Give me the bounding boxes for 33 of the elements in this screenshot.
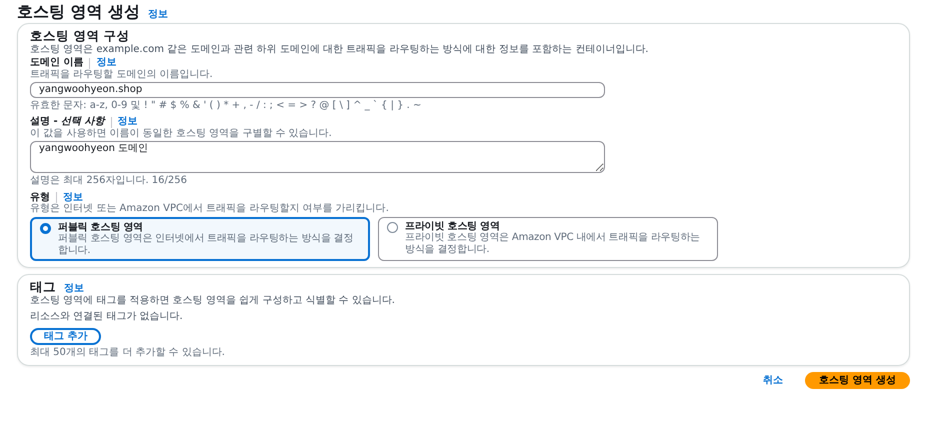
add-tag-button[interactable]: 태그 추가 (30, 328, 102, 346)
field-label: 유형 (30, 192, 50, 204)
section-description: 호스팅 영역에 태그를 적용하면 호스팅 영역을 쉽게 구성하고 식별할 수 있습니다. (30, 294, 396, 306)
info-link[interactable]: 정보 (148, 9, 168, 20)
section-heading: 태그 (30, 280, 56, 295)
section-heading: 호스팅 영역 구성 (30, 29, 131, 44)
option-title: 프라이빗 호스팅 영역 (405, 220, 501, 232)
option-title: 퍼블릭 호스팅 영역 (58, 222, 144, 234)
cancel-button[interactable]: 취소 (757, 374, 790, 388)
radio-option[interactable]: 퍼블릭 호스팅 영역 퍼블릭 호스팅 영역은 인터넷에서 트래픽을 라우팅하는 방식을 결정합니다. (30, 216, 370, 262)
field-note: 유효한 문자: a-z, 0-9 및 ! " # $ % & ' ( ) * + , - / : ; < = > ? @ [ \ ] ^ _ ` { | } . ~ (30, 100, 422, 112)
page-title: 호스팅 영역 생성 (17, 3, 140, 22)
option-description: 프라이빗 호스팅 영역은 Amazon VPC 내에서 트래픽을 라우팅하는 방식을 결정합니다. (405, 232, 701, 256)
empty-message: 리소스와 연결된 태그가 없습니다. (30, 311, 184, 323)
option-description: 퍼블릭 호스팅 영역은 인터넷에서 트래픽을 라우팅하는 방식을 결정합니다. (58, 233, 354, 256)
info-link[interactable]: 정보 (96, 57, 116, 69)
domain-name-field[interactable]: yangwoohyeon.shop (30, 82, 605, 98)
field-label: 설명 - 선택 사항 (30, 116, 105, 128)
field-hint: 트래픽을 라우팅할 도메인의 이름입니다. (30, 68, 214, 80)
create-button[interactable]: 호스팅 영역 생성 (805, 372, 910, 390)
description-field[interactable]: yangwoohyeon 도메인 (30, 141, 605, 174)
field-note: 설명은 최대 256자입니다. 16/256 (30, 175, 188, 187)
tag-limit-note: 최대 50개의 태그를 더 추가할 수 있습니다. (30, 347, 226, 359)
info-link[interactable]: 정보 (63, 192, 83, 204)
radio-icon[interactable] (40, 222, 51, 234)
info-link[interactable]: 정보 (118, 116, 138, 128)
radio-option[interactable]: 프라이빗 호스팅 영역 프라이빗 호스팅 영역은 Amazon VPC 내에서 트래픽을 라우팅하는 방식을 결정합니다. (378, 216, 718, 262)
field-hint: 이 값을 사용하면 이름이 동일한 호스팅 영역을 구별할 수 있습니다. (30, 128, 333, 140)
radio-icon[interactable] (387, 222, 398, 233)
section-description: 호스팅 영역은 example.com 같은 도메인과 관련 하위 도메인에 대한 트래픽을 라우팅하는 방식에 대한 정보를 포함하는 컨테이너입니다. (30, 44, 650, 56)
field-label: 도메인 이름 (30, 57, 84, 69)
info-link[interactable]: 정보 (64, 283, 84, 295)
field-hint: 유형은 인터넷 또는 Amazon VPC에서 트래픽을 라우팅할지 여부를 가리킵니다. (30, 203, 390, 215)
